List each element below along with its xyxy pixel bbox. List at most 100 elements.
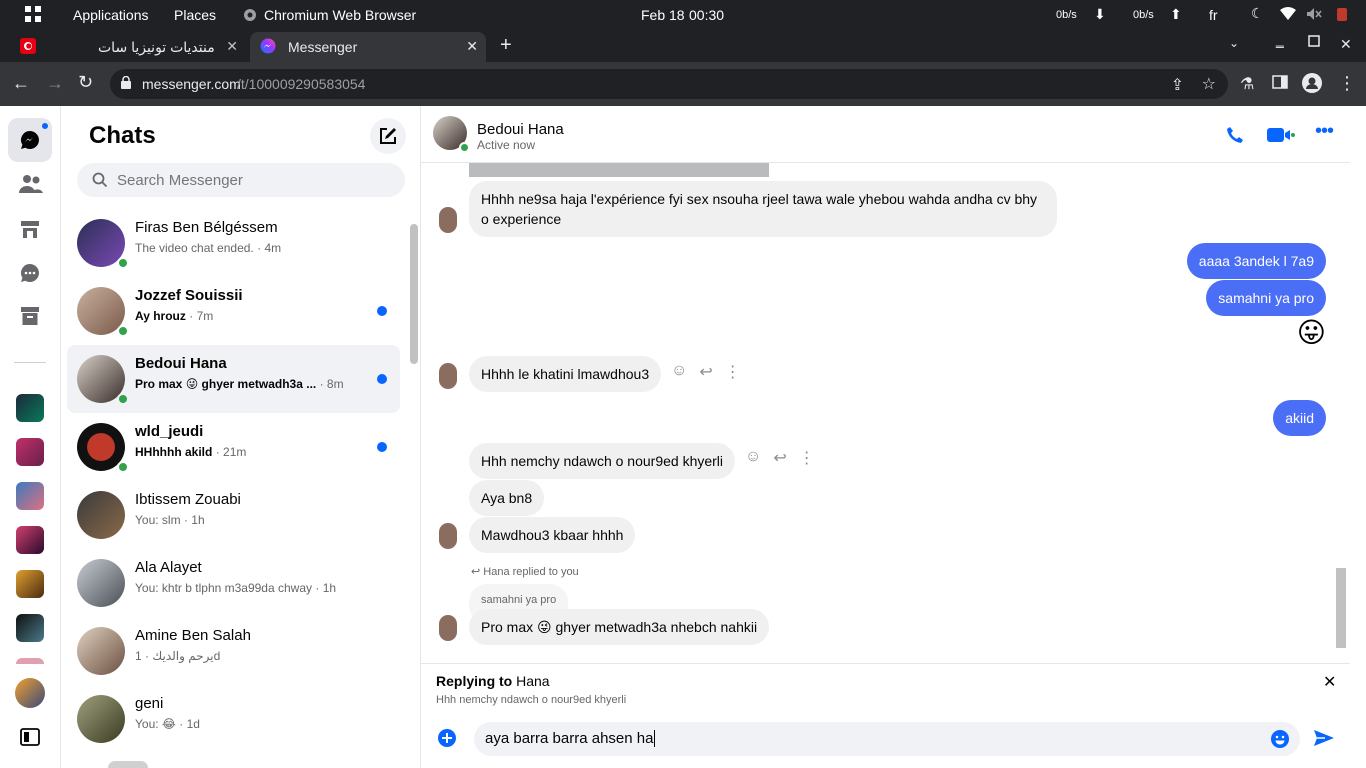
message-requests-icon[interactable] [20,263,40,283]
net-down-label: 0b/s [1056,9,1077,21]
unread-dot [377,374,387,384]
clock-date[interactable]: Feb 18 [641,7,685,23]
archive-icon[interactable] [21,307,39,325]
keyboard-layout[interactable]: fr [1209,7,1218,23]
address-bar[interactable]: messenger.com /t/100009290583054 ⇪ ☆ [110,69,1228,99]
contact-avatar[interactable] [433,116,470,153]
send-icon[interactable] [1314,729,1334,747]
grid-menu-icon[interactable] [24,5,42,26]
chat-item-jozzef[interactable]: Jozzef Souissii Ay hrouz · 7m [67,277,400,345]
chat-item-amine[interactable]: Amine Ben Salah يرحم والديك · 1d [67,617,400,685]
reply-icon[interactable]: ↩ [773,448,786,468]
chat-name: Bedoui Hana [135,355,227,372]
message-scrollbar[interactable] [1334,163,1350,663]
message-bubble-incoming[interactable]: Hhhh le khatini lmawdhou3 [469,356,662,392]
kebab-menu-icon[interactable]: ⋮ [1338,73,1356,94]
forward-icon[interactable]: → [46,73,64,94]
message-bubble-incoming[interactable]: Pro max 😜 ghyer metwadh3a nhebch nahkii [469,609,770,645]
night-mode-icon[interactable]: ☾ [1251,5,1264,22]
avatar [77,627,125,675]
people-icon[interactable] [19,174,43,194]
scrollbar-thumb[interactable] [410,224,418,364]
places-menu[interactable]: Places [174,7,216,23]
emoji-picker-icon[interactable] [1271,730,1289,748]
message-bubble-outgoing[interactable]: samahni ya pro [1206,280,1326,316]
more-icon[interactable]: ⋮ [725,362,741,382]
community-thumb-2[interactable] [16,438,44,466]
bookmark-star-icon[interactable]: ☆ [1202,74,1216,94]
wifi-icon[interactable] [1280,7,1296,24]
contact-status: Active now [477,138,536,152]
emoji-message[interactable]: 😛 [1297,316,1326,349]
back-icon[interactable]: ← [12,73,30,94]
community-thumb-4[interactable] [16,526,44,554]
unread-dot [377,442,387,452]
reply-arrow-icon: ↩ [471,566,481,578]
share-icon[interactable]: ⇪ [1171,75,1184,95]
power-icon[interactable] [1334,6,1350,25]
tab-close-icon[interactable]: ✕ [226,38,238,55]
chat-item-bedoui-hana[interactable]: Bedoui Hana Pro max 😜 ghyer metwadh3a ..… [67,345,400,413]
maximize-icon[interactable] [1308,34,1320,50]
profile-icon[interactable] [1302,73,1322,98]
clock-time[interactable]: 00:30 [689,7,724,23]
tab-messenger[interactable]: Messenger ✕ [250,32,486,62]
labs-flask-icon[interactable]: ⚗ [1240,74,1254,94]
message-bubble-incoming[interactable]: Hhhh ne9sa haja l'expérience fyi sex nso… [469,181,1057,237]
phone-call-icon[interactable] [1226,126,1244,144]
message-composer[interactable]: aya barra barra ahsen ha [474,722,1300,756]
search-input[interactable] [117,163,397,197]
applications-menu[interactable]: Applications [73,7,149,23]
system-top-bar: Applications Places Chromium Web Browser… [0,0,1366,30]
more-icon[interactable]: ⋮ [799,448,815,468]
scrollbar-thumb[interactable] [1336,568,1346,648]
community-thumb-7[interactable] [16,658,44,664]
chat-item-wld-jeudi[interactable]: wld_jeudi HHhhhh akild · 21m [67,413,400,481]
marketplace-icon[interactable] [20,219,40,239]
video-call-icon[interactable] [1267,127,1295,143]
add-attachment-icon[interactable] [438,729,456,747]
composer-text[interactable]: aya barra barra ahsen ha [485,730,656,747]
search-box[interactable] [77,163,405,197]
tab-title: Messenger [288,39,358,55]
active-app-label[interactable]: Chromium Web Browser [264,7,416,23]
chat-item-geni[interactable]: geni You: 😂 · 1d [67,685,400,753]
chat-item-ala[interactable]: Ala Alayet You: khtr b tlphn m3a99da chw… [67,549,400,617]
message-bubble-incoming[interactable]: Hhh nemchy ndawch o nour9ed khyerli [469,443,736,479]
chat-preview: You: khtr b tlphn m3a99da chway · 1h [135,581,337,595]
react-icon[interactable]: ☺ [671,362,687,382]
community-thumb-6[interactable] [16,614,44,642]
collapse-sidebar-icon[interactable] [20,728,40,746]
community-thumb-3[interactable] [16,482,44,510]
shared-image-preview[interactable] [469,163,769,177]
tab-close-icon[interactable]: ✕ [466,38,478,55]
side-panel-icon[interactable] [1272,75,1288,94]
new-tab-icon[interactable]: + [500,34,512,57]
tab-tunisia-sat[interactable]: منتديات تونيزيا سات ✕ [40,32,246,62]
message-bubble-outgoing[interactable]: aaaa 3andek l 7a9 [1186,243,1326,279]
volume-muted-icon[interactable] [1306,7,1322,24]
community-thumb-5[interactable] [16,570,44,598]
compose-icon [380,128,396,144]
reload-icon[interactable]: ↻ [78,72,93,93]
new-message-button[interactable] [370,118,406,154]
chats-scrollbar[interactable] [408,210,420,762]
chat-item-ibtissem[interactable]: Ibtissem Zouabi You: slm · 1h [67,481,400,549]
chat-preview: يرحم والديك · 1d [135,649,221,663]
reply-icon[interactable]: ↩ [699,362,712,382]
minimize-icon[interactable]: ‗ [1276,32,1284,48]
contact-name[interactable]: Bedoui Hana [477,121,564,138]
own-avatar[interactable] [15,678,45,708]
chat-item-firas[interactable]: Firas Ben Bélgéssem The video chat ended… [67,209,400,277]
online-indicator [117,461,129,473]
window-close-icon[interactable]: ✕ [1340,36,1352,53]
message-bubble-incoming[interactable]: Aya bn8 [469,480,545,516]
community-thumb-1[interactable] [16,394,44,422]
message-bubble-outgoing[interactable]: akiid [1273,400,1326,436]
react-icon[interactable]: ☺ [745,448,761,468]
more-options-icon[interactable]: ••• [1315,120,1334,143]
cancel-reply-icon[interactable]: ✕ [1323,672,1336,692]
message-bubble-incoming[interactable]: Mawdhou3 kbaar hhhh [469,517,636,553]
tab-search-icon[interactable]: ⌄ [1229,36,1239,50]
chats-nav-button[interactable] [8,118,52,162]
